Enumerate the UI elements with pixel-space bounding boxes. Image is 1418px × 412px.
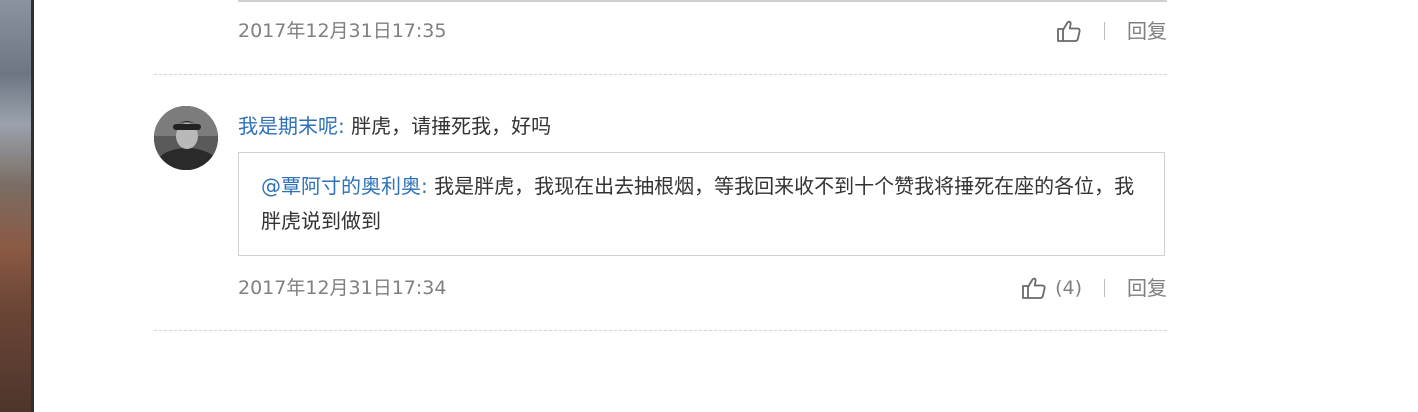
comment-top-border <box>238 0 1167 2</box>
reply-button[interactable]: 回复 <box>1127 275 1167 301</box>
like-button[interactable] <box>1056 19 1082 43</box>
comment-actions: (4) 回复 <box>1021 275 1167 301</box>
reply-button[interactable]: 回复 <box>1127 18 1167 44</box>
comment-divider <box>154 74 1167 75</box>
comment-meta: 2017年12月31日17:34 (4) 回复 <box>238 275 1167 301</box>
previous-comment-meta: 2017年12月31日17:35 回复 <box>238 18 1167 44</box>
action-divider <box>1104 22 1105 40</box>
comment-username[interactable]: 我是期末呢: <box>238 114 345 138</box>
background-photo-strip <box>0 0 34 412</box>
action-divider <box>1104 279 1105 297</box>
thumbs-up-icon <box>1022 277 1046 299</box>
thumbs-up-icon <box>1057 20 1081 42</box>
quoted-username[interactable]: @覃阿寸的奥利奥: <box>261 174 428 198</box>
comment-timestamp: 2017年12月31日17:34 <box>238 277 447 299</box>
like-button[interactable]: (4) <box>1021 275 1082 301</box>
comment-text: 胖虎，请捶死我，好吗 <box>344 114 552 138</box>
comment-timestamp: 2017年12月31日17:35 <box>238 20 447 42</box>
quoted-comment: @覃阿寸的奥利奥: 我是胖虎，我现在出去抽根烟，等我回来收不到十个赞我将捶死在座… <box>238 152 1165 256</box>
comment-body: 我是期末呢: 胖虎，请捶死我，好吗 <box>238 112 551 140</box>
comment-actions: 回复 <box>1056 18 1167 44</box>
avatar[interactable] <box>154 106 218 170</box>
avatar-image <box>154 106 218 170</box>
comment-divider <box>154 330 1167 331</box>
quoted-comment-body: @覃阿寸的奥利奥: 我是胖虎，我现在出去抽根烟，等我回来收不到十个赞我将捶死在座… <box>261 169 1141 239</box>
like-count: (4) <box>1055 277 1082 299</box>
